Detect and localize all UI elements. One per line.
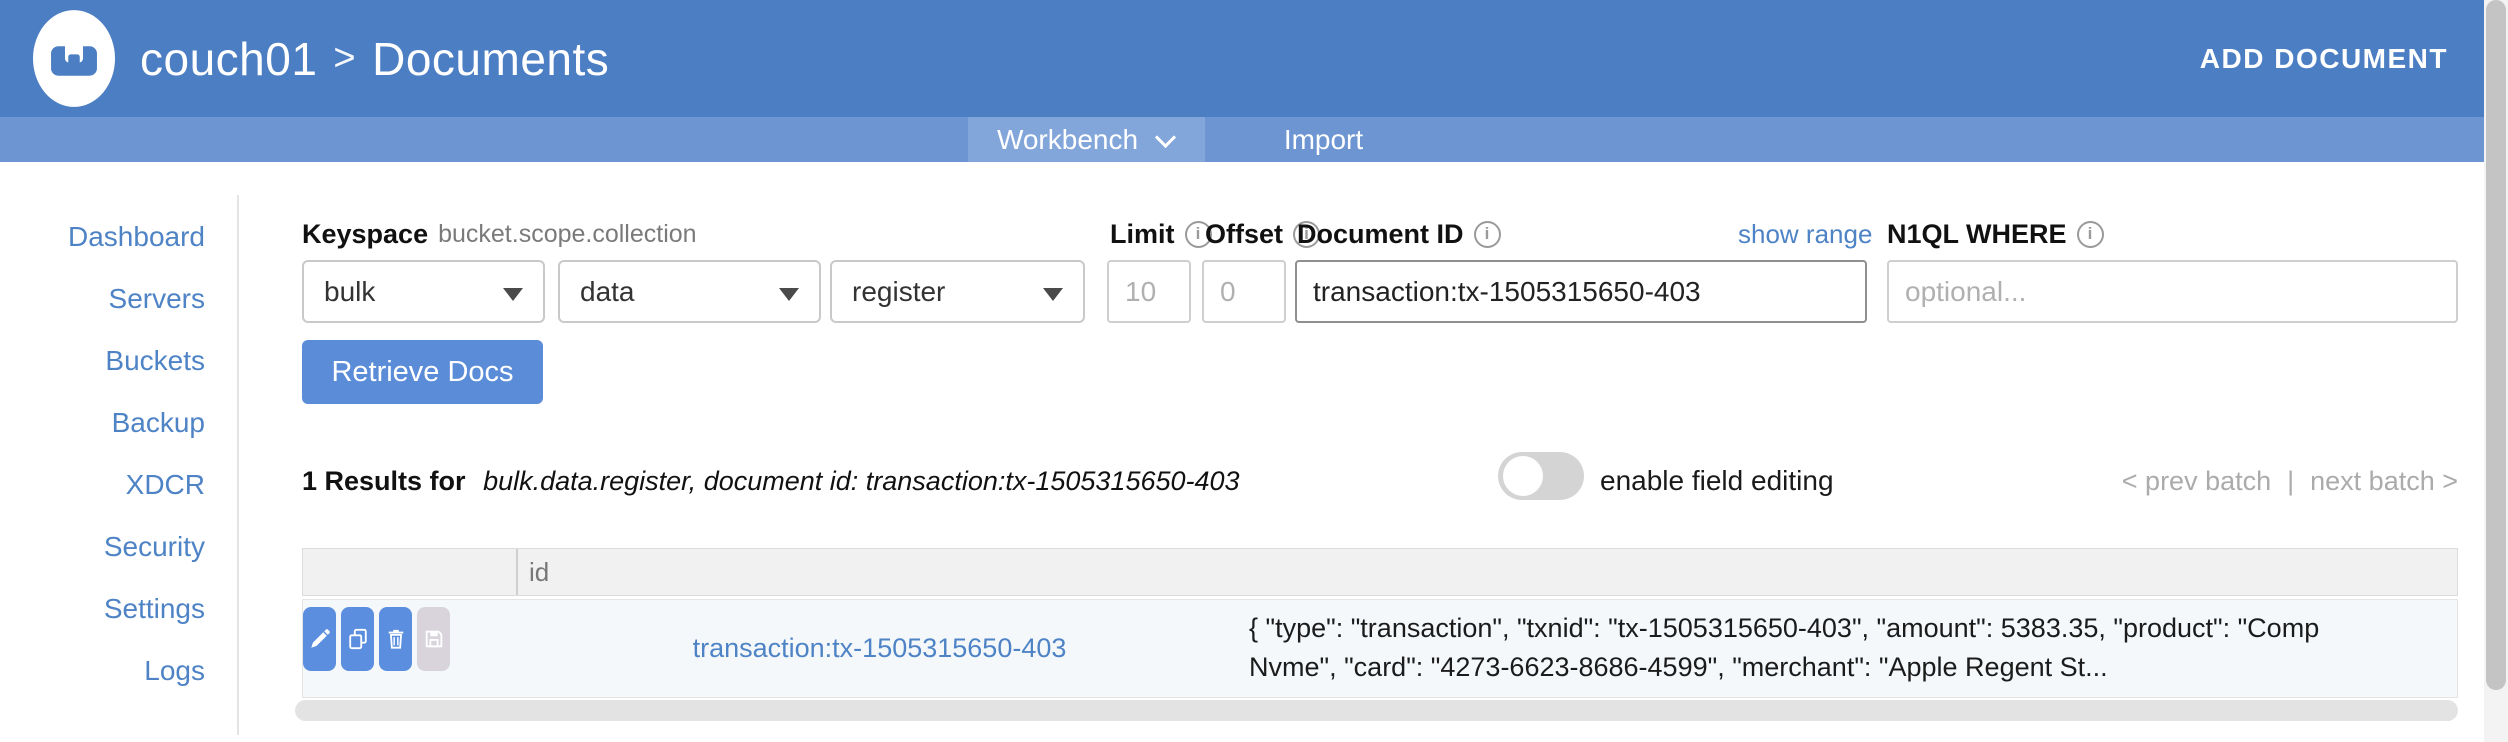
row-action-buttons (303, 607, 450, 671)
document-id-label-text: Document ID (1297, 219, 1464, 250)
save-floppy-icon (423, 628, 445, 650)
limit-label-text: Limit (1110, 219, 1175, 250)
batch-pagination: < prev batch | next batch > (2122, 458, 2458, 504)
horizontal-scrollbar[interactable] (295, 700, 2458, 721)
results-query: bulk.data.register, document id: transac… (483, 466, 1240, 496)
sidebar-item-dashboard[interactable]: Dashboard (0, 206, 205, 268)
document-json-line2: Nvme", "card": "4273-6623-8686-4599", "m… (1249, 648, 2449, 687)
keyspace-label: Keyspace bucket.scope.collection (302, 216, 697, 252)
sidebar-item-buckets[interactable]: Buckets (0, 330, 205, 392)
tab-workbench[interactable]: Workbench (968, 117, 1205, 162)
breadcrumb: couch01 > Documents (140, 0, 609, 117)
keyspace-label-text: Keyspace (302, 219, 428, 250)
sidebar: Dashboard Servers Buckets Backup XDCR Se… (0, 206, 205, 702)
bucket-select-value: bulk (324, 276, 375, 308)
table-row: transaction:tx-1505315650-403 { "type": … (302, 599, 2458, 698)
sidebar-divider (237, 195, 239, 735)
id-column-header: id (529, 549, 549, 595)
secondary-nav: Workbench Import (0, 117, 2484, 162)
edit-document-button[interactable] (303, 607, 336, 671)
n1ql-where-input[interactable] (1887, 260, 2458, 323)
trash-icon (385, 628, 407, 650)
copy-icon (347, 628, 369, 650)
sidebar-item-settings[interactable]: Settings (0, 578, 205, 640)
offset-input[interactable] (1202, 260, 1286, 323)
keyspace-hint: bucket.scope.collection (438, 220, 696, 249)
document-id-label: Document ID (1297, 216, 1501, 252)
collection-select-value: register (852, 276, 945, 308)
prev-batch-button[interactable]: < prev batch (2122, 458, 2271, 504)
couchbase-logo-icon (33, 10, 115, 107)
save-document-button[interactable] (417, 607, 450, 671)
document-content-cell[interactable]: { "type": "transaction", "txnid": "tx-15… (1249, 609, 2449, 687)
results-table-header: id (302, 548, 2458, 596)
tab-import[interactable]: Import (1205, 117, 1442, 162)
batch-separator: | (2287, 458, 2294, 504)
sidebar-item-servers[interactable]: Servers (0, 268, 205, 330)
offset-label-text: Offset (1205, 219, 1283, 250)
results-summary: 1 Results for bulk.data.register, docume… (302, 458, 1240, 504)
sidebar-item-backup[interactable]: Backup (0, 392, 205, 454)
vertical-scrollbar-thumb[interactable] (2486, 0, 2506, 690)
sidebar-item-security[interactable]: Security (0, 516, 205, 578)
chevron-down-icon (1156, 126, 1176, 146)
collection-select[interactable]: register (830, 260, 1085, 323)
retrieve-docs-button[interactable]: Retrieve Docs (302, 340, 543, 404)
scope-select[interactable]: data (558, 260, 821, 323)
breadcrumb-separator: > (333, 37, 356, 80)
sidebar-item-logs[interactable]: Logs (0, 640, 205, 702)
tab-workbench-label: Workbench (997, 124, 1138, 156)
document-id-cell: transaction:tx-1505315650-403 (516, 600, 1243, 697)
add-document-button[interactable]: ADD DOCUMENT (2200, 0, 2448, 117)
field-editing-toggle-label: enable field editing (1600, 458, 1834, 504)
info-icon[interactable] (1474, 221, 1501, 248)
toggle-knob (1503, 456, 1543, 496)
n1ql-where-label-text: N1QL WHERE (1887, 219, 2067, 250)
sidebar-item-xdcr[interactable]: XDCR (0, 454, 205, 516)
delete-document-button[interactable] (379, 607, 412, 671)
n1ql-where-label: N1QL WHERE (1887, 216, 2104, 252)
results-count: 1 Results for (302, 466, 466, 496)
copy-document-button[interactable] (341, 607, 374, 671)
edit-pencil-icon (309, 628, 331, 650)
show-range-link-wrap: show range (1738, 216, 1872, 252)
bucket-select[interactable]: bulk (302, 260, 545, 323)
document-id-link[interactable]: transaction:tx-1505315650-403 (693, 633, 1067, 664)
scope-select-value: data (580, 276, 635, 308)
tab-import-label: Import (1284, 124, 1363, 156)
document-json-line1: { "type": "transaction", "txnid": "tx-15… (1249, 609, 2449, 648)
document-id-input[interactable] (1295, 260, 1867, 323)
limit-input[interactable] (1107, 260, 1191, 323)
column-divider (516, 549, 518, 595)
breadcrumb-bucket[interactable]: couch01 (140, 32, 317, 86)
limit-label: Limit (1110, 216, 1212, 252)
next-batch-button[interactable]: next batch > (2310, 458, 2458, 504)
show-range-link[interactable]: show range (1738, 219, 1872, 250)
info-icon[interactable] (2077, 221, 2104, 248)
field-editing-toggle[interactable] (1498, 452, 1584, 500)
breadcrumb-page: Documents (372, 32, 609, 86)
app-header: couch01 > Documents ADD DOCUMENT (0, 0, 2484, 117)
page: couch01 > Documents ADD DOCUMENT Workben… (0, 0, 2508, 742)
